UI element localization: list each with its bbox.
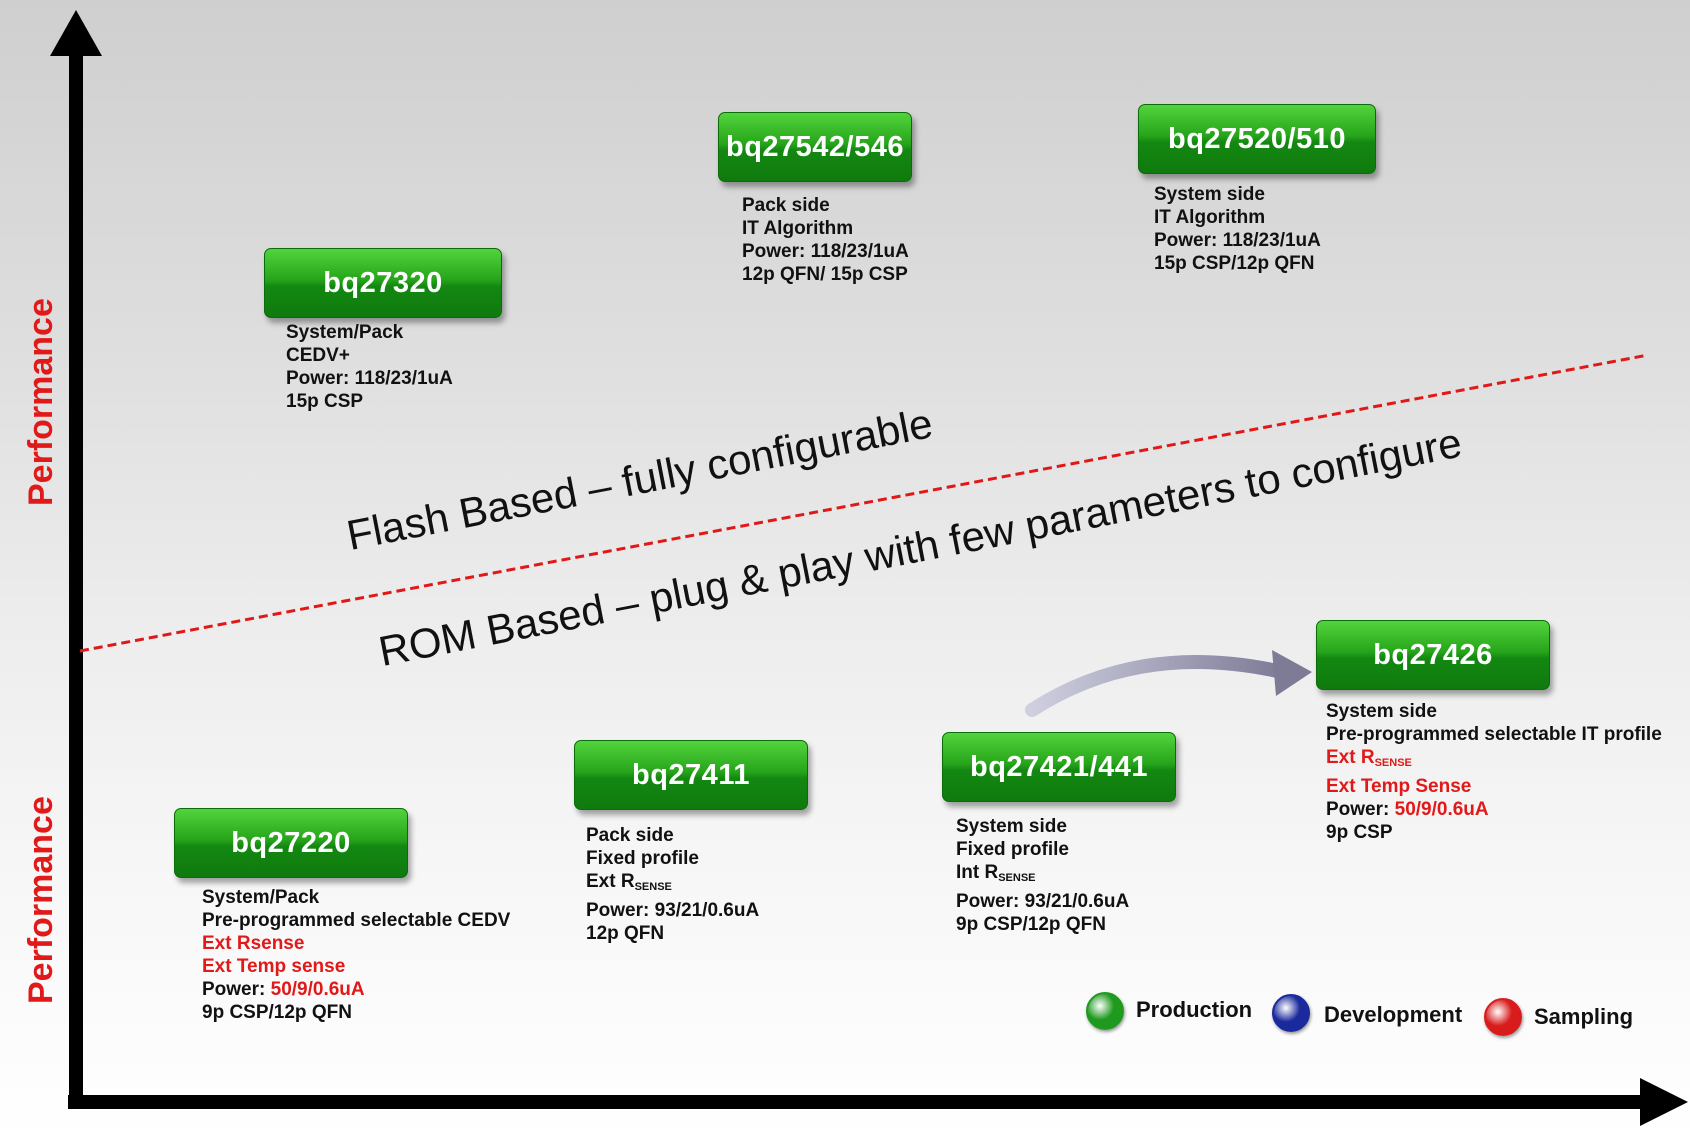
bq27520-box: bq27520/510 <box>1138 104 1376 174</box>
bq27542-line: 12p QFN/ 15p CSP <box>742 264 908 285</box>
bq27542-line: Pack side <box>742 195 830 216</box>
x-axis-arrowhead <box>1640 1078 1688 1126</box>
bq27220-power: Power: 50/9/0.6uA <box>202 978 510 1001</box>
bq27520-line: 15p CSP/12p QFN <box>1154 253 1315 274</box>
bq27411-rsense-text: Ext R <box>586 871 635 892</box>
bq27520-line: Power: 118/23/1uA <box>1154 230 1321 251</box>
bq27220-line: System/Pack <box>202 887 320 908</box>
bq27421-line: Power: 93/21/0.6uA <box>956 891 1130 912</box>
y-axis-label-upper: Performance <box>22 298 60 506</box>
bq27411-line: Power: 93/21/0.6uA <box>586 900 760 921</box>
legend-label-production: Production <box>1136 997 1253 1022</box>
transition-arrow <box>1025 655 1289 717</box>
bq27411-details: Pack side Fixed profile Ext RSENSE Power… <box>586 824 759 945</box>
legend-dot-production <box>1086 992 1124 1030</box>
bq27320-line: System/Pack <box>286 322 404 343</box>
bq27411-line: Fixed profile <box>586 848 699 869</box>
bq27411-line: Pack side <box>586 825 674 846</box>
bq27320-details: System/Pack CEDV+ Power: 118/23/1uA 15p … <box>286 321 453 413</box>
bq27421-line: 9p CSP/12p QFN <box>956 914 1106 935</box>
y-axis-arrowhead <box>50 10 102 56</box>
bq27220-line: Ext Temp sense <box>202 956 346 977</box>
bq27426-power: Power: 50/9/0.6uA <box>1326 798 1662 821</box>
bq27426-rsense-text: Ext R <box>1326 747 1375 768</box>
bq27220-line: Pre-programmed selectable CEDV <box>202 910 511 931</box>
bq27426-details: System side Pre-programmed selectable IT… <box>1326 700 1662 844</box>
bq27520-line: System side <box>1154 184 1265 205</box>
bq27320-line: 15p CSP <box>286 391 364 412</box>
transition-arrowhead <box>1272 650 1312 696</box>
bq27426-rsense: Ext RSENSE <box>1326 746 1662 775</box>
bq27542-box: bq27542/546 <box>718 112 912 182</box>
bq27542-details: Pack side IT Algorithm Power: 118/23/1uA… <box>742 194 909 286</box>
bq27220-box: bq27220 <box>174 808 408 878</box>
bq27426-power-label: Power: <box>1326 799 1395 820</box>
bq27426-line: Ext Temp Sense <box>1326 776 1472 797</box>
bq27426-line: System side <box>1326 701 1437 722</box>
bq27421-rsense: Int RSENSE <box>956 861 1129 890</box>
bq27421-details: System side Fixed profile Int RSENSE Pow… <box>956 815 1129 936</box>
legend-dot-development <box>1272 994 1310 1032</box>
bq27421-rsense-sub: SENSE <box>998 872 1036 884</box>
bq27520-line: IT Algorithm <box>1154 207 1266 228</box>
bq27411-rsense: Ext RSENSE <box>586 870 759 899</box>
legend-label-sampling: Sampling <box>1534 1004 1634 1029</box>
bq27542-line: IT Algorithm <box>742 218 854 239</box>
bq27220-line: Ext Rsense <box>202 933 305 954</box>
bq27220-power-value: 50/9/0.6uA <box>270 979 365 1000</box>
bq27542-line: Power: 118/23/1uA <box>742 241 909 262</box>
bq27320-line: CEDV+ <box>286 345 350 366</box>
legend-dot-sampling <box>1484 998 1522 1036</box>
bq27426-line: 9p CSP <box>1326 822 1393 843</box>
y-axis-label-lower: Performance <box>22 796 60 1004</box>
bq27421-box: bq27421/441 <box>942 732 1176 802</box>
bq27520-details: System side IT Algorithm Power: 118/23/1… <box>1154 183 1321 275</box>
legend-label-development: Development <box>1324 1002 1463 1027</box>
bq27411-box: bq27411 <box>574 740 808 810</box>
bq27421-line: System side <box>956 816 1067 837</box>
bq27220-power-label: Power: <box>202 979 271 1000</box>
diagram-canvas: Performance Performance Flash Based – fu… <box>0 0 1690 1138</box>
bq27220-details: System/Pack Pre-programmed selectable CE… <box>202 886 510 1024</box>
bq27426-line: Pre-programmed selectable IT profile <box>1326 724 1662 745</box>
bq27426-rsense-sub: SENSE <box>1374 757 1412 769</box>
bq27421-rsense-text: Int R <box>956 862 999 883</box>
bq27426-box: bq27426 <box>1316 620 1550 690</box>
bq27320-line: Power: 118/23/1uA <box>286 368 453 389</box>
bq27320-box: bq27320 <box>264 248 502 318</box>
bq27426-power-value: 50/9/0.6uA <box>1394 799 1489 820</box>
bq27220-line: 9p CSP/12p QFN <box>202 1002 352 1023</box>
bq27421-line: Fixed profile <box>956 839 1069 860</box>
bq27411-rsense-sub: SENSE <box>634 881 672 893</box>
bq27411-line: 12p QFN <box>586 923 665 944</box>
